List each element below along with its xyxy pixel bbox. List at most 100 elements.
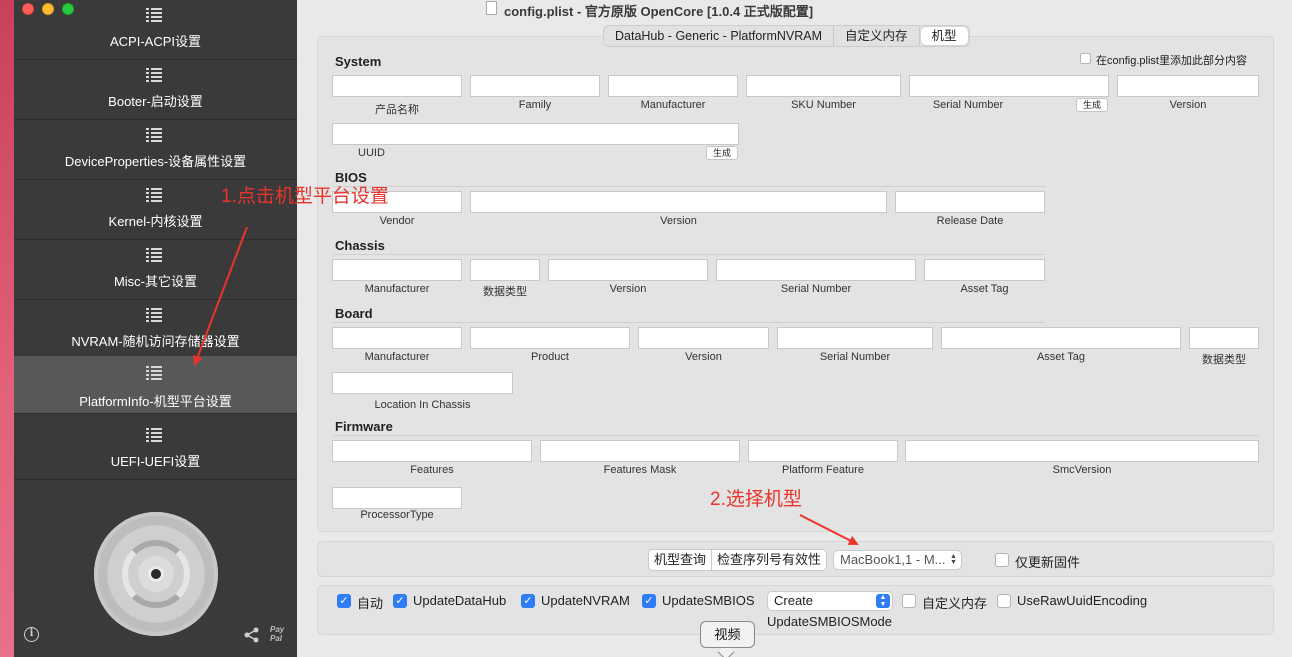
- field-label: Manufacturer: [364, 351, 430, 363]
- board-product-field[interactable]: [470, 327, 630, 349]
- section-title-chassis: Chassis: [335, 238, 385, 253]
- info-icon[interactable]: i: [24, 627, 39, 642]
- share-icon[interactable]: [243, 626, 261, 644]
- custom-memory-label: 自定义内存: [922, 596, 988, 611]
- sidebar-item-acpi[interactable]: ACPI-ACPI设置: [14, 0, 297, 60]
- update-smbios-checkbox[interactable]: ✓: [642, 594, 656, 608]
- field-label: SKU Number: [791, 99, 856, 111]
- field-label: Features: [410, 464, 454, 476]
- use-raw-uuid-encoding-label: UseRawUuidEncoding: [1017, 593, 1148, 608]
- update-firmware-only-checkbox[interactable]: [995, 553, 1009, 567]
- sidebar-item-platforminfo[interactable]: PlatformInfo-机型平台设置: [14, 356, 297, 414]
- board-type-field[interactable]: [1189, 327, 1259, 349]
- desktop-backdrop: [0, 0, 14, 657]
- tab-custom-memory[interactable]: 自定义内存: [834, 26, 920, 46]
- system-version-field[interactable]: [1117, 75, 1259, 97]
- firmware-processor-type-field[interactable]: [332, 487, 462, 509]
- firmware-features-mask-field[interactable]: [540, 440, 740, 462]
- model-select[interactable]: MacBook1,1 - M... ▲ ▼: [833, 550, 962, 570]
- use-raw-uuid-encoding-checkbox[interactable]: [997, 594, 1011, 608]
- sidebar-item-label: PlatformInfo-机型平台设置: [79, 394, 232, 409]
- field-label: Features Mask: [603, 464, 677, 476]
- list-icon: [146, 366, 162, 380]
- update-datahub-checkbox[interactable]: ✓: [393, 594, 407, 608]
- field-label: Location In Chassis: [374, 399, 471, 411]
- field-label: ProcessorType: [360, 509, 434, 521]
- chevron-updown-icon: ▲ ▼: [950, 553, 957, 566]
- update-nvram-checkbox[interactable]: ✓: [521, 594, 535, 608]
- sidebar-item-misc[interactable]: Misc-其它设置: [14, 240, 297, 300]
- field-label: Vendor: [379, 215, 415, 227]
- section-title-board: Board: [335, 306, 373, 321]
- add-to-config-checkbox[interactable]: [1080, 53, 1091, 64]
- tab-datahub[interactable]: DataHub - Generic - PlatformNVRAM: [604, 26, 835, 46]
- paypal-logo[interactable]: Pay Pal: [270, 625, 290, 643]
- field-label: 数据类型: [483, 286, 527, 298]
- board-serial-number-field[interactable]: [777, 327, 933, 349]
- field-label: Release Date: [936, 215, 1004, 227]
- chassis-serial-number-field[interactable]: [716, 259, 916, 281]
- bios-release-date-field[interactable]: [895, 191, 1045, 213]
- board-asset-tag-field[interactable]: [941, 327, 1181, 349]
- field-label: 数据类型: [1202, 354, 1246, 366]
- chassis-manufacturer-field[interactable]: [332, 259, 462, 281]
- field-label: Version: [660, 215, 697, 227]
- firmware-smcversion-field[interactable]: [905, 440, 1259, 462]
- sidebar-item-label: UEFI-UEFI设置: [110, 454, 201, 469]
- generate-uuid-button[interactable]: 生成: [706, 146, 739, 160]
- field-label: UUID: [358, 147, 385, 159]
- field-label: Serial Number: [780, 283, 852, 295]
- chassis-asset-tag-field[interactable]: [924, 259, 1045, 281]
- chevron-updown-icon: ▲ ▼: [876, 594, 890, 608]
- sidebar-item-label: Kernel-内核设置: [108, 214, 203, 229]
- smbios-mode-value: Create: [774, 593, 814, 608]
- system-family-field[interactable]: [470, 75, 600, 97]
- list-icon: [146, 128, 162, 142]
- field-label: Version: [609, 283, 647, 295]
- add-to-config-label: 在config.plist里添加此部分内容: [1096, 55, 1247, 67]
- sidebar-item-label: ACPI-ACPI设置: [109, 34, 201, 49]
- sidebar-item-deviceproperties[interactable]: DeviceProperties-设备属性设置: [14, 120, 297, 180]
- sidebar: ACPI-ACPI设置 Booter-启动设置 DeviceProperties…: [14, 0, 297, 657]
- system-uuid-field[interactable]: [332, 123, 739, 145]
- update-datahub-label: UpdateDataHub: [413, 593, 507, 608]
- sidebar-item-label: NVRAM-随机访问存储器设置: [71, 334, 240, 349]
- section-title-firmware: Firmware: [335, 419, 393, 434]
- tab-model[interactable]: 机型: [920, 27, 968, 45]
- firmware-platform-feature-field[interactable]: [748, 440, 898, 462]
- firmware-features-field[interactable]: [332, 440, 532, 462]
- system-manufacturer-field[interactable]: [608, 75, 738, 97]
- opencore-disc-logo: [94, 512, 218, 636]
- model-actions: 机型查询 检查序列号有效性: [648, 549, 828, 571]
- list-icon: [146, 428, 162, 442]
- chassis-version-field[interactable]: [548, 259, 708, 281]
- field-label: 产品名称: [375, 104, 419, 116]
- chassis-type-field[interactable]: [470, 259, 540, 281]
- auto-label: 自动: [357, 596, 384, 611]
- system-product-name-field[interactable]: [332, 75, 462, 97]
- section-divider: [333, 254, 1045, 255]
- custom-memory-checkbox[interactable]: [902, 594, 916, 608]
- system-sku-number-field[interactable]: [746, 75, 901, 97]
- list-icon: [146, 248, 162, 262]
- update-smbios-mode-select[interactable]: Create ▲ ▼: [767, 591, 893, 611]
- board-location-in-chassis-field[interactable]: [332, 372, 513, 394]
- bios-version-field[interactable]: [470, 191, 887, 213]
- sidebar-item-label: Booter-启动设置: [108, 94, 203, 109]
- board-version-field[interactable]: [638, 327, 769, 349]
- system-serial-number-field[interactable]: [909, 75, 1109, 97]
- field-label: Platform Feature: [782, 464, 864, 476]
- sidebar-item-booter[interactable]: Booter-启动设置: [14, 60, 297, 120]
- board-manufacturer-field[interactable]: [332, 327, 462, 349]
- model-query-button[interactable]: 机型查询: [649, 550, 713, 570]
- check-serial-button[interactable]: 检查序列号有效性: [712, 550, 826, 570]
- video-tooltip[interactable]: 视频: [700, 621, 755, 648]
- update-smbios-label: UpdateSMBIOS: [662, 593, 755, 608]
- update-firmware-only-label: 仅更新固件: [1015, 555, 1081, 570]
- auto-checkbox[interactable]: ✓: [337, 594, 351, 608]
- sidebar-item-label: DeviceProperties-设备属性设置: [64, 154, 247, 169]
- sidebar-item-uefi[interactable]: UEFI-UEFI设置: [14, 420, 297, 480]
- field-label: Serial Number: [932, 99, 1004, 111]
- sidebar-item-nvram[interactable]: NVRAM-随机访问存储器设置: [14, 300, 297, 360]
- generate-serial-button[interactable]: 生成: [1076, 98, 1109, 112]
